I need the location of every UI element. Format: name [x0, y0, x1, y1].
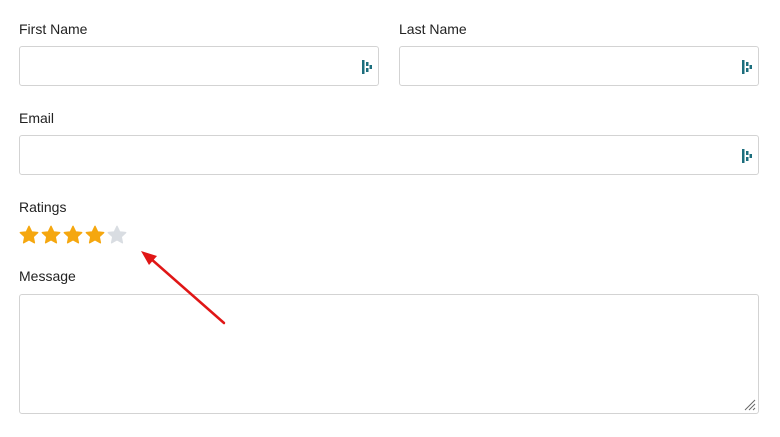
email-input[interactable] — [20, 136, 758, 174]
contact-form: First Name Last Name Email Ratings Messa… — [0, 0, 780, 437]
ratings-label: Ratings — [19, 199, 67, 215]
message-label: Message — [19, 268, 76, 284]
last-name-field-box — [399, 46, 759, 86]
message-field-box — [19, 294, 759, 414]
lastpass-autofill-icon[interactable] — [361, 59, 373, 75]
email-label: Email — [19, 110, 55, 126]
message-textarea[interactable] — [20, 295, 758, 413]
star-filled-icon[interactable] — [18, 224, 40, 246]
email-field-box — [19, 135, 759, 175]
last-name-input[interactable] — [400, 47, 758, 85]
lastpass-autofill-icon[interactable] — [741, 148, 753, 164]
star-filled-icon[interactable] — [40, 224, 62, 246]
first-name-label: First Name — [19, 21, 88, 37]
lastpass-autofill-icon[interactable] — [741, 59, 753, 75]
star-filled-icon[interactable] — [62, 224, 84, 246]
star-rating — [18, 224, 128, 246]
star-empty-icon[interactable] — [106, 224, 128, 246]
star-filled-icon[interactable] — [84, 224, 106, 246]
first-name-input[interactable] — [20, 47, 378, 85]
resize-grip-icon[interactable] — [744, 399, 756, 411]
first-name-field-box — [19, 46, 379, 86]
last-name-label: Last Name — [399, 21, 467, 37]
